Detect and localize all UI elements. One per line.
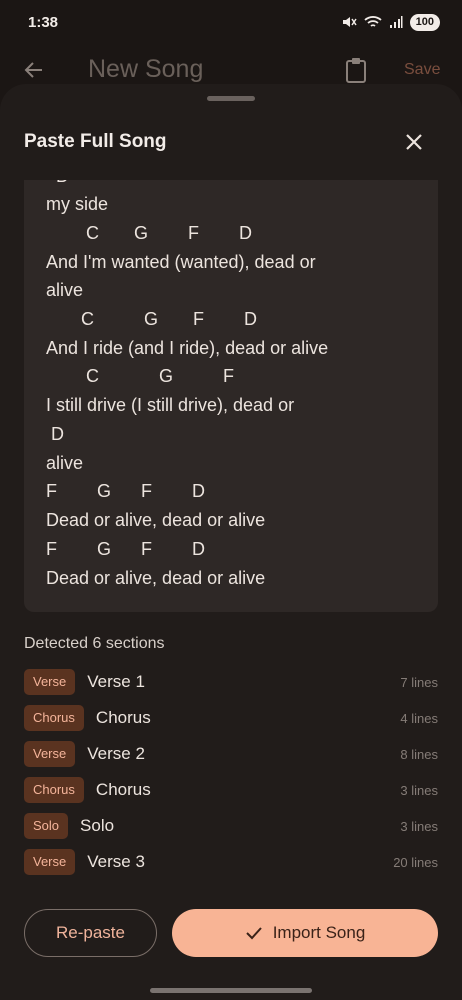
drag-handle[interactable] <box>207 96 255 101</box>
section-name: Verse 2 <box>87 744 145 763</box>
section-name: Solo <box>80 816 115 835</box>
lyrics-line: Dead or alive, dead or alive <box>46 568 266 588</box>
wifi-icon <box>364 15 382 29</box>
lyrics-line: D <box>46 424 64 444</box>
section-name: Verse 1 <box>87 672 145 691</box>
signal-icon <box>389 15 403 29</box>
section-type-badge: Verse <box>24 669 76 695</box>
section-type-badge: Chorus <box>24 777 84 803</box>
save-button[interactable]: Save <box>404 61 440 79</box>
section-name: Chorus <box>95 708 151 727</box>
lyrics-line: C G F <box>46 366 235 386</box>
lyrics-textarea[interactable]: D my side C G F D And I'm wanted (wanted… <box>24 180 438 612</box>
close-button[interactable] <box>398 126 430 158</box>
section-type-badge: Verse <box>24 741 76 767</box>
back-arrow-icon[interactable] <box>22 58 46 87</box>
lyrics-line: alive <box>46 453 84 473</box>
lyrics-line: alive <box>46 280 84 300</box>
lyrics-line: my side <box>46 194 109 214</box>
sheet-title: Paste Full Song <box>24 131 167 152</box>
repaste-label: Re-paste <box>56 923 125 942</box>
mute-icon <box>341 14 357 30</box>
section-type-badge: Chorus <box>24 705 84 731</box>
import-song-button[interactable]: Import Song <box>172 909 438 957</box>
check-icon <box>245 927 262 940</box>
section-row-chorus-1: Chorus Chorus 4 lines <box>24 705 438 731</box>
section-line-count: 20 lines <box>393 854 438 870</box>
status-bar: 1:38 100 <box>0 0 462 44</box>
section-line-count: 3 lines <box>400 782 438 798</box>
lyrics-line: D <box>46 180 69 187</box>
close-icon <box>406 134 422 150</box>
detected-sections-label: Detected 6 sections <box>24 635 165 652</box>
section-row-verse-2: Verse Verse 2 8 lines <box>24 741 438 767</box>
section-type-badge: Solo <box>24 813 69 839</box>
section-row-chorus-2: Chorus Chorus 3 lines <box>24 777 438 803</box>
status-time: 1:38 <box>28 13 59 31</box>
paste-song-sheet: Paste Full Song D my side C G F D And I'… <box>0 84 462 1000</box>
lyrics-line: C G F D <box>46 309 258 329</box>
section-name: Verse 3 <box>87 852 145 871</box>
section-name: Chorus <box>95 780 151 799</box>
section-line-count: 4 lines <box>400 710 438 726</box>
home-indicator[interactable] <box>150 988 312 993</box>
battery-badge: 100 <box>409 13 440 31</box>
lyrics-line: F G F D <box>46 481 206 501</box>
section-line-count: 3 lines <box>400 818 438 834</box>
lyrics-line: F G F D <box>46 539 206 559</box>
lyrics-line: And I'm wanted (wanted), dead or <box>46 252 316 272</box>
section-row-verse-3: Verse Verse 3 20 lines <box>24 849 438 875</box>
repaste-button[interactable]: Re-paste <box>24 909 157 957</box>
lyrics-line: And I ride (and I ride), dead or alive <box>46 338 329 358</box>
import-song-label: Import Song <box>272 923 366 942</box>
status-icons: 100 <box>341 13 440 31</box>
lyrics-line: C G F D <box>46 223 253 243</box>
section-type-badge: Verse <box>24 849 76 875</box>
section-line-count: 7 lines <box>400 674 438 690</box>
lyrics-line: I still drive (I still drive), dead or <box>46 395 295 415</box>
lyrics-line: Dead or alive, dead or alive <box>46 510 266 530</box>
page-title: New Song <box>88 55 204 83</box>
section-row-solo: Solo Solo 3 lines <box>24 813 438 839</box>
section-row-verse-1: Verse Verse 1 7 lines <box>24 669 438 695</box>
section-line-count: 8 lines <box>400 746 438 762</box>
